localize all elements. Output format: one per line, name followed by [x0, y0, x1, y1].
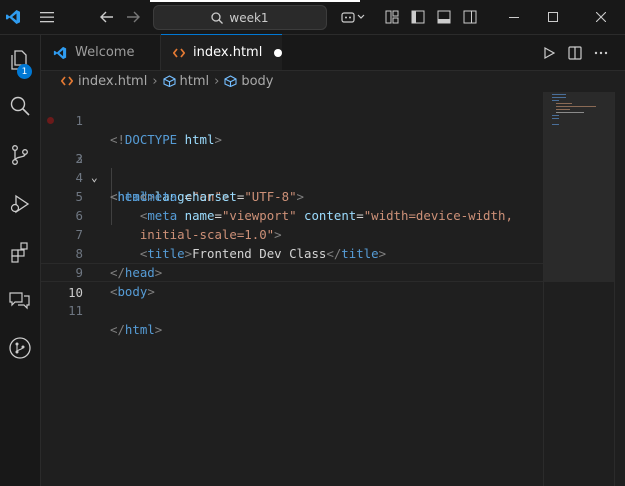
toggle-panel-icon[interactable] — [434, 0, 454, 34]
window-top-strip — [150, 0, 360, 2]
html-file-icon — [173, 47, 185, 59]
split-editor-icon[interactable] — [562, 35, 588, 70]
title-bar: week1 — [0, 0, 625, 35]
code-line[interactable]: 7 <title>Frontend Dev Class</title> — [41, 206, 543, 261]
extensions-icon[interactable] — [0, 232, 40, 272]
back-arrow-icon[interactable] — [96, 0, 118, 34]
minimap-line — [556, 103, 572, 104]
tab-label: index.html — [193, 45, 263, 60]
minimap-line — [556, 106, 596, 107]
minimap-line — [552, 94, 566, 95]
minimap-slider[interactable] — [544, 92, 625, 282]
code-text: </html> — [110, 322, 163, 337]
code-editor[interactable]: 1 <!DOCTYPE html> 2 ⌄ <html lang="en"> 3… — [41, 92, 543, 486]
explorer-badge: 1 — [17, 64, 32, 79]
run-icon[interactable] — [536, 35, 562, 70]
vertical-scrollbar[interactable] — [614, 92, 625, 486]
unsaved-dot-icon[interactable] — [274, 48, 282, 57]
vscode-logo-icon — [53, 46, 67, 60]
html-file-icon — [61, 76, 73, 86]
explorer-icon[interactable]: 1 — [0, 40, 40, 80]
minimap-line — [552, 100, 559, 101]
code-line-current[interactable]: 10 — [41, 263, 543, 300]
tab-label: Welcome — [75, 45, 135, 60]
more-actions-icon[interactable] — [588, 35, 614, 70]
breadcrumb-file[interactable]: index.html — [61, 74, 147, 89]
minimap[interactable] — [543, 92, 625, 486]
source-control-icon[interactable] — [0, 135, 40, 175]
code-line[interactable]: 11 </html> — [41, 282, 543, 337]
minimap-line — [556, 109, 570, 110]
minimap-line — [552, 118, 559, 119]
layout-icon[interactable] — [382, 0, 402, 34]
vscode-logo-icon[interactable] — [0, 0, 26, 34]
code-line[interactable]: 6 initial-scale=1.0"> — [41, 187, 543, 242]
symbol-element-icon — [162, 75, 176, 87]
search-icon — [211, 11, 224, 24]
search-text: week1 — [229, 10, 269, 25]
symbol-element-icon — [224, 75, 237, 87]
minimap-line — [552, 97, 566, 98]
breakpoint-icon[interactable] — [47, 117, 54, 124]
breadcrumb-body[interactable]: body — [224, 74, 274, 89]
code-line[interactable]: 8 </head> — [41, 225, 543, 280]
code-line[interactable]: 3 ⌄ <head> — [41, 130, 543, 204]
copilot-icon[interactable] — [336, 0, 370, 34]
activity-bar: 1 — [0, 35, 41, 486]
toggle-sidebar-icon[interactable] — [408, 0, 428, 34]
minimap-line — [552, 115, 559, 116]
search-icon[interactable] — [0, 86, 40, 126]
breadcrumb-html[interactable]: html — [162, 74, 209, 89]
forward-arrow-icon[interactable] — [122, 0, 144, 34]
line-number: 11 — [68, 303, 83, 318]
chevron-right-icon: › — [214, 73, 220, 89]
minimize-icon[interactable] — [496, 0, 532, 34]
minimap-line — [556, 112, 584, 113]
tab-bar: Welcome index.html — [41, 34, 625, 71]
code-line[interactable]: 1 <!DOCTYPE html> — [41, 92, 543, 147]
code-line[interactable]: 5 <meta name="viewport" content="width=d… — [41, 168, 543, 223]
git-graph-icon[interactable] — [0, 328, 40, 368]
close-icon[interactable] — [583, 0, 619, 34]
menu-icon[interactable] — [36, 0, 58, 34]
minimap-line — [552, 124, 559, 125]
code-line[interactable]: 9 <body> — [41, 244, 543, 299]
tab-index-html[interactable]: index.html — [161, 34, 282, 70]
code-line[interactable]: 4 <meta charset="UTF-8"> — [41, 149, 543, 204]
run-debug-icon[interactable] — [0, 184, 40, 224]
chevron-right-icon: › — [152, 73, 158, 89]
code-line[interactable]: 2 ⌄ <html lang="en"> — [41, 111, 543, 204]
breadcrumb: index.html › html › body — [41, 70, 625, 92]
maximize-icon[interactable] — [535, 0, 571, 34]
command-center-search[interactable]: week1 — [153, 5, 327, 30]
tab-welcome[interactable]: Welcome — [41, 35, 161, 70]
toggle-secondary-sidebar-icon[interactable] — [460, 0, 480, 34]
chat-icon[interactable] — [0, 280, 40, 320]
